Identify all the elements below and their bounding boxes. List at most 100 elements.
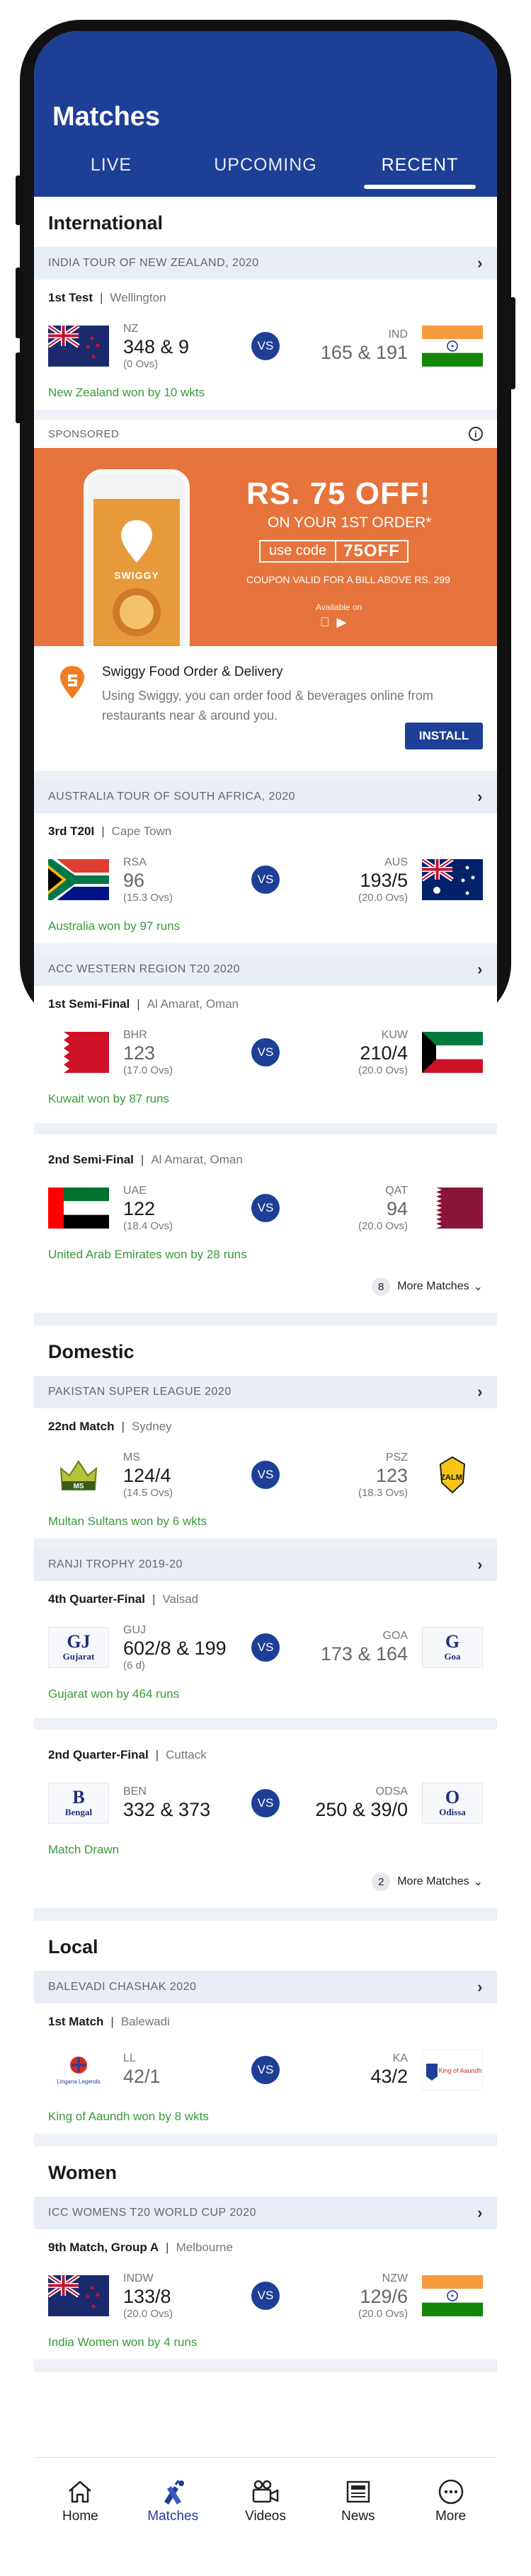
- ad-subline: ON YOUR 1ST ORDER*: [268, 514, 432, 531]
- match-card[interactable]: 2nd Quarter-Final | Cuttack B Bengal BEN 3…: [34, 1737, 497, 1867]
- more-matches-link[interactable]: 2 More Matches ⌄: [34, 1867, 497, 1908]
- match-card[interactable]: 2nd Semi-Final | Al Amarat, Oman UAE 122 (…: [34, 1142, 497, 1272]
- chevron-right-icon: ›: [477, 1978, 483, 1996]
- ad-fine-print: COUPON VALID FOR A BILL ABOVE RS. 299: [246, 574, 450, 585]
- match-venue: Cape Town: [111, 824, 172, 838]
- play-store-icon: ▶: [337, 615, 347, 629]
- match-card[interactable]: 1st Match | Balewadi Lingana Legends LL 42…: [34, 2003, 497, 2134]
- phone-volume-button: [16, 268, 21, 338]
- team-right: AUS 193/5 (20.0 Ovs): [280, 856, 408, 904]
- match-card[interactable]: 3rd T20I | Cape Town RSA 96 (15.3 Ovs) VS: [34, 813, 497, 943]
- info-icon[interactable]: i: [469, 427, 483, 441]
- series-header[interactable]: BALEVADI CHASHAK 2020 ›: [34, 1971, 497, 2003]
- app-promo: Swiggy Food Order & Delivery Using Swigg…: [34, 646, 497, 771]
- ad-code-box: use code 75OFF: [259, 540, 409, 563]
- uae-flag-icon: [48, 1188, 109, 1229]
- match-header: 9th Match, Group A | Melbourne: [48, 2241, 233, 2254]
- match-header: 1st Test | Wellington: [48, 291, 166, 304]
- sponsored-ad: SPONSORED i SWIGGY RS. 75 OFF! ON YOUR 1…: [34, 420, 497, 771]
- team-code: BHR: [123, 1028, 147, 1041]
- match-card[interactable]: 4th Quarter-Final | Valsad GJ Gujarat GUJ …: [34, 1581, 497, 1711]
- odisha-logo: O Odissa: [422, 1783, 483, 1824]
- chevron-right-icon: ›: [477, 1383, 483, 1401]
- team-code: RSA: [123, 856, 147, 868]
- match-scoreline: GJ Gujarat GUJ 602/8 & 199 (6 d) VS GOA …: [48, 1621, 483, 1674]
- series-header[interactable]: AUSTRALIA TOUR OF SOUTH AFRICA, 2020 ›: [34, 781, 497, 813]
- match-card[interactable]: 22nd Match | Sydney MS MS 124/4 (14.5 Ovs)…: [34, 1408, 497, 1539]
- match-venue: Al Amarat, Oman: [147, 997, 239, 1011]
- svg-text:King of Aaundh: King of Aaundh: [438, 2067, 481, 2074]
- team-code: IND: [388, 328, 408, 340]
- series-header[interactable]: PAKISTAN SUPER LEAGUE 2020 ›: [34, 1376, 497, 1408]
- tab-live[interactable]: LIVE: [34, 149, 188, 192]
- section-domestic: Domestic PAKISTAN SUPER LEAGUE 2020 › 22…: [34, 1326, 497, 1908]
- match-card[interactable]: 9th Match, Group A | Melbourne INDW 133/8 …: [34, 2229, 497, 2359]
- series-title: BALEVADI CHASHAK 2020: [48, 1981, 197, 1993]
- match-venue: Cuttack: [166, 1748, 207, 1761]
- team-right: NZW 129/6 (20.0 Ovs): [280, 2272, 408, 2320]
- newspaper-icon: [312, 2478, 404, 2506]
- ad-headline: RS. 75 OFF!: [246, 476, 431, 511]
- tab-recent[interactable]: RECENT: [343, 149, 497, 192]
- ad-banner[interactable]: SWIGGY RS. 75 OFF! ON YOUR 1ST ORDER* us…: [34, 448, 497, 646]
- series-header[interactable]: ACC WESTERN REGION T20 2020 ›: [34, 953, 497, 986]
- store-icons:  ▶: [320, 615, 346, 630]
- divider: [34, 943, 497, 953]
- section-title: International: [48, 212, 164, 234]
- nav-home[interactable]: Home: [34, 2458, 127, 2549]
- nav-news[interactable]: News: [312, 2458, 404, 2549]
- match-header: 2nd Semi-Final | Al Amarat, Oman: [48, 1153, 243, 1166]
- match-header: 1st Match | Balewadi: [48, 2015, 170, 2028]
- bengal-logo: B Bengal: [48, 1783, 109, 1824]
- section-title: Local: [48, 1936, 98, 1957]
- match-header: 2nd Quarter-Final | Cuttack: [48, 1748, 207, 1761]
- team-score: 122: [123, 1197, 156, 1219]
- team-right: KUW 210/4 (20.0 Ovs): [280, 1029, 408, 1076]
- match-name: 1st Test: [48, 291, 93, 304]
- ad-code: 75OFF: [336, 540, 409, 563]
- match-venue: Balewadi: [120, 2015, 170, 2028]
- match-venue: Valsad: [162, 1592, 199, 1606]
- svg-text:MS: MS: [74, 1483, 84, 1490]
- apple-icon: : [320, 615, 330, 629]
- svg-text:ZALMI: ZALMI: [440, 1473, 464, 1482]
- match-scoreline: MS MS 124/4 (14.5 Ovs) VS PSZ 123 (18.3 …: [48, 1448, 483, 1502]
- series-header[interactable]: ICC WOMENS T20 WORLD CUP 2020 ›: [34, 2197, 497, 2229]
- series-header[interactable]: RANJI TROPHY 2019-20 ›: [34, 1548, 497, 1581]
- team-overs: (17.0 Ovs): [123, 1064, 173, 1076]
- team-code: GUJ: [123, 1623, 146, 1636]
- team-right: PSZ 123 (18.3 Ovs): [280, 1451, 408, 1499]
- series-title: ICC WOMENS T20 WORLD CUP 2020: [48, 2207, 256, 2219]
- app-header: Matches LIVE UPCOMING RECENT: [34, 31, 497, 197]
- match-result: King of Aaundh won by 8 wkts: [48, 2110, 209, 2123]
- match-result: Kuwait won by 87 runs: [48, 1092, 170, 1105]
- match-venue: Wellington: [110, 291, 166, 304]
- match-header: 22nd Match | Sydney: [48, 1420, 172, 1433]
- install-button[interactable]: INSTALL: [405, 723, 483, 749]
- series-block: ACC WESTERN REGION T20 2020 › 1st Semi-F…: [34, 953, 497, 1313]
- more-count-badge: 8: [372, 1277, 391, 1296]
- chevron-down-icon: ⌄: [473, 1281, 483, 1293]
- divider: [34, 1313, 497, 1326]
- match-result: Australia won by 97 runs: [48, 919, 181, 933]
- lingana-legends-logo: Lingana Legends: [48, 2049, 109, 2091]
- nav-more[interactable]: More: [404, 2458, 497, 2549]
- match-card[interactable]: 1st Test | Wellington NZ 348 & 9 (0 Ovs) V…: [34, 280, 497, 410]
- nav-matches[interactable]: Matches: [127, 2458, 219, 2549]
- nav-videos[interactable]: Videos: [219, 2458, 312, 2549]
- match-card[interactable]: 1st Semi-Final | Al Amarat, Oman BHR 123 (…: [34, 986, 497, 1116]
- ad-phone-screen: SWIGGY: [93, 499, 180, 646]
- vs-badge: VS: [251, 1194, 280, 1222]
- vs-badge: VS: [251, 1038, 280, 1066]
- divider: [34, 410, 497, 420]
- app-promo-description: Using Swiggy, you can order food & bever…: [102, 689, 433, 723]
- more-matches-link[interactable]: 8 More Matches ⌄: [34, 1272, 497, 1313]
- tab-upcoming[interactable]: UPCOMING: [188, 149, 343, 192]
- divider: [34, 1539, 497, 1548]
- team-overs: (0 Ovs): [123, 357, 159, 370]
- match-name: 1st Match: [48, 2015, 104, 2028]
- match-result: New Zealand won by 10 wkts: [48, 386, 205, 399]
- series-title: AUSTRALIA TOUR OF SOUTH AFRICA, 2020: [48, 790, 296, 803]
- series-header[interactable]: INDIA TOUR OF NEW ZEALAND, 2020 ›: [34, 247, 497, 280]
- gujarat-logo: GJ Gujarat: [48, 1627, 109, 1668]
